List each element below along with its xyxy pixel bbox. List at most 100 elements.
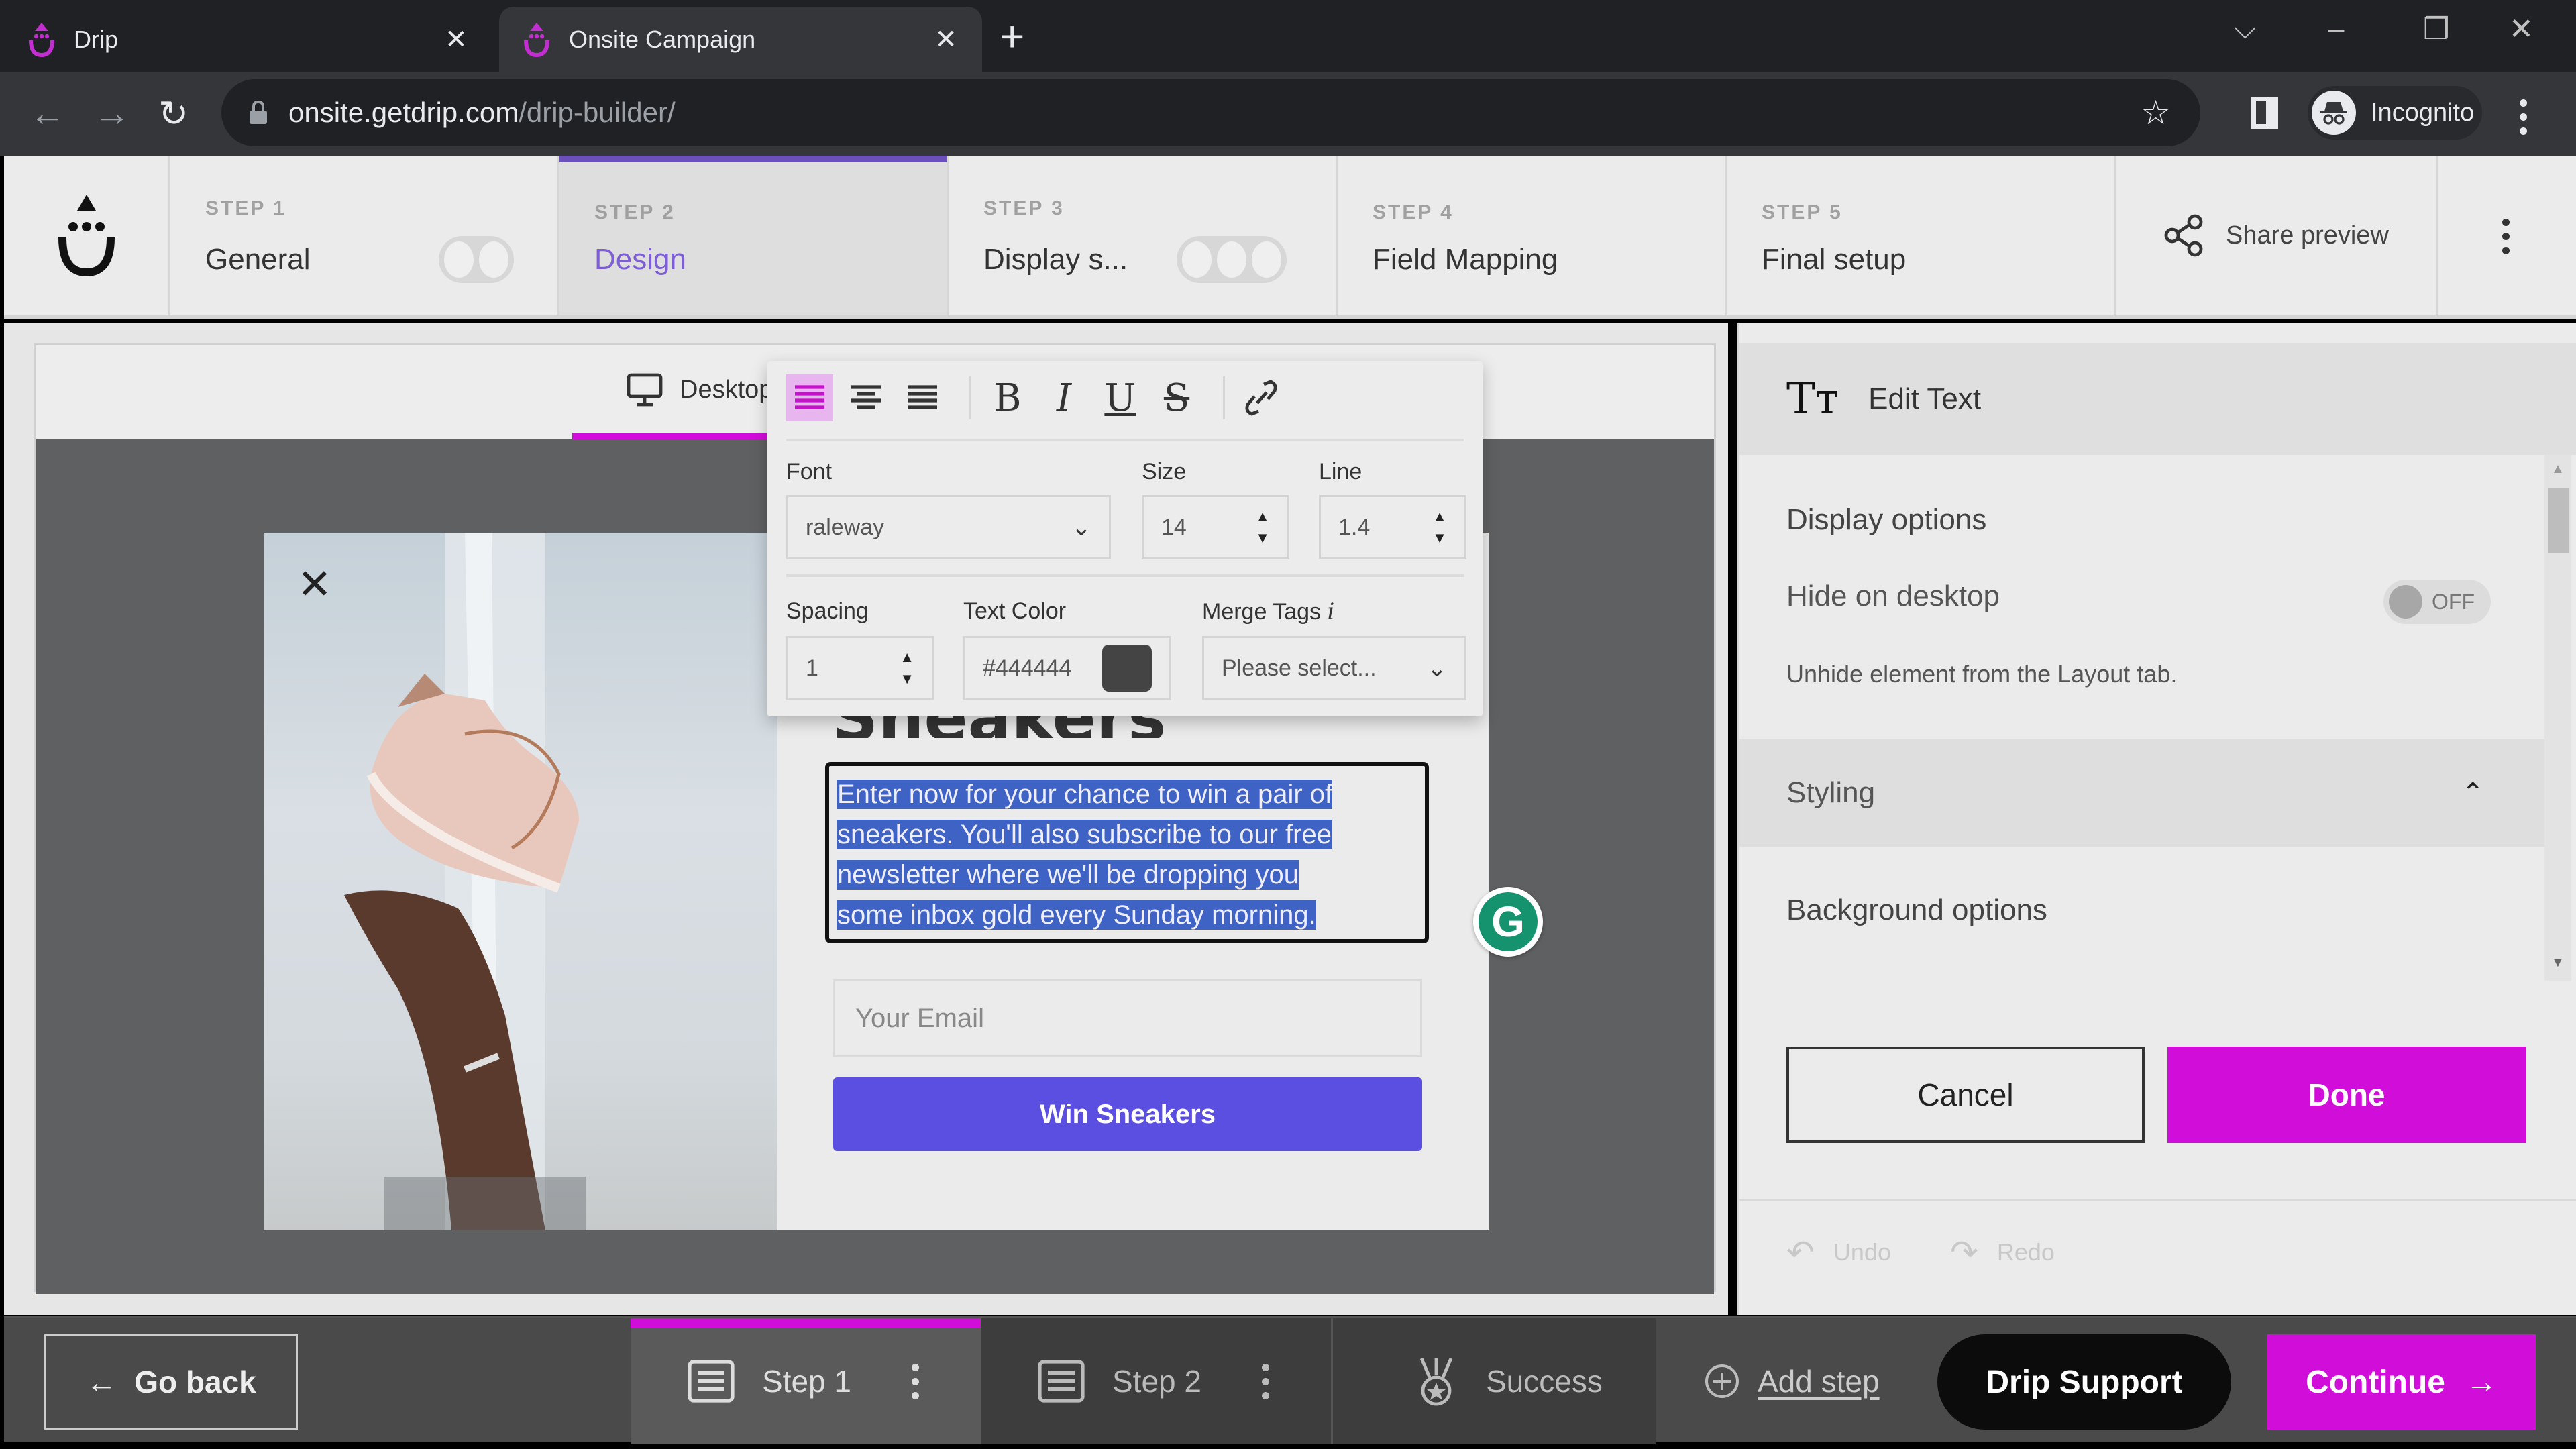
restore-icon[interactable]: ❐ — [2423, 12, 2449, 46]
cancel-button[interactable]: Cancel — [1786, 1046, 2145, 1143]
align-left-button[interactable] — [786, 374, 833, 421]
win-sneakers-button[interactable]: Win Sneakers — [833, 1077, 1422, 1151]
bold-icon: B — [994, 376, 1022, 420]
incognito-profile-button[interactable]: Incognito — [2308, 86, 2482, 140]
underline-icon: U — [1104, 376, 1136, 420]
color-swatch[interactable] — [1102, 645, 1152, 692]
popup-body-text-editor[interactable]: Enter now for your chance to win a pair … — [825, 762, 1429, 943]
underline-button[interactable]: U — [1097, 374, 1144, 421]
styling-section-header[interactable]: Styling ⌃ — [1739, 739, 2544, 847]
font-size-stepper[interactable]: 14 ▲ ▼ — [1142, 495, 1289, 559]
chevron-down-icon: ⌄ — [1426, 654, 1447, 682]
step-label: General — [205, 243, 311, 276]
undo-icon[interactable]: ↶ — [1786, 1233, 1815, 1272]
italic-button[interactable]: I — [1040, 374, 1087, 421]
font-select[interactable]: raleway ⌄ — [786, 495, 1111, 559]
text-format-toolbar: B I U S Font raleway ⌄ Size 14 ▲ ▼ Line 1… — [767, 361, 1483, 716]
success-label: Success — [1486, 1364, 1603, 1399]
success-medal-icon — [1419, 1358, 1453, 1406]
grammarly-button[interactable]: G — [1473, 887, 1543, 957]
stepper-arrows-icon[interactable]: ▲ ▼ — [900, 650, 914, 686]
desktop-monitor-icon — [627, 373, 663, 407]
close-tab-icon[interactable]: ✕ — [932, 24, 959, 55]
merge-tags-value: Please select... — [1222, 655, 1377, 681]
browser-menu-icon[interactable] — [2520, 99, 2527, 135]
more-options-icon[interactable] — [2502, 219, 2510, 254]
add-step-label: Add step — [1758, 1364, 1880, 1399]
size-label: Size — [1142, 459, 1187, 484]
hide-on-desktop-toggle[interactable]: OFF — [2383, 580, 2491, 624]
step-field-mapping[interactable]: STEP 4 Field Mapping — [1338, 156, 1727, 315]
share-preview-button[interactable]: Share preview — [2116, 156, 2438, 315]
redo-button[interactable]: Redo — [1997, 1238, 2055, 1267]
popup-step-2[interactable]: Step 2 — [981, 1318, 1331, 1444]
tab-search-chevron-icon[interactable]: ⌵ — [2234, 12, 2256, 46]
font-label: Font — [786, 459, 833, 484]
size-value: 14 — [1161, 514, 1187, 540]
add-step-button[interactable]: Add step — [1704, 1318, 1880, 1444]
strikethrough-icon: S — [1163, 376, 1190, 420]
minimize-icon[interactable]: – — [2328, 12, 2344, 46]
browser-tab-drip[interactable]: Drip ✕ — [4, 7, 492, 72]
back-icon[interactable]: ← — [30, 93, 66, 134]
merge-tags-select[interactable]: Please select... ⌄ — [1202, 636, 1466, 700]
popup-close-icon[interactable]: ✕ — [297, 559, 332, 608]
go-back-button[interactable]: ← Go back — [44, 1334, 298, 1430]
arrow-left-icon: ← — [86, 1364, 117, 1399]
letter-spacing-stepper[interactable]: 1 ▲ ▼ — [786, 636, 934, 700]
popup-step-1[interactable]: Step 1 — [631, 1318, 981, 1444]
step-options-icon[interactable] — [1262, 1363, 1269, 1399]
history-controls: ↶ Undo ↷ Redo — [1786, 1233, 2055, 1272]
forward-icon[interactable]: → — [94, 93, 130, 134]
stepper-arrows-icon[interactable]: ▲ ▼ — [1432, 509, 1447, 545]
bookmark-star-icon[interactable]: ☆ — [2141, 93, 2171, 132]
drip-logo-icon — [58, 195, 115, 277]
align-center-button[interactable] — [843, 374, 890, 421]
close-tab-icon[interactable]: ✕ — [443, 24, 470, 55]
step-options-icon[interactable] — [912, 1363, 919, 1399]
continue-button[interactable]: Continue → — [2267, 1334, 2536, 1430]
spacing-label: Spacing — [786, 598, 869, 624]
panel-scrollbar[interactable]: ▲ ▼ — [2544, 455, 2571, 981]
drip-logo[interactable] — [4, 156, 170, 315]
toolbar-divider — [786, 574, 1464, 577]
popup-step-success[interactable]: Success — [1331, 1318, 1656, 1444]
step-label: Final setup — [1762, 243, 1907, 276]
done-button[interactable]: Done — [2167, 1046, 2526, 1143]
stepper-arrows-icon[interactable]: ▲ ▼ — [1255, 509, 1270, 545]
undo-button[interactable]: Undo — [1833, 1238, 1891, 1267]
drip-support-button[interactable]: Drip Support — [1937, 1334, 2231, 1430]
align-justify-button[interactable] — [899, 374, 946, 421]
text-size-icon: Tт — [1786, 374, 1839, 424]
line-height-stepper[interactable]: 1.4 ▲ ▼ — [1319, 495, 1466, 559]
text-color-input[interactable]: #444444 — [963, 636, 1171, 700]
spacing-value: 1 — [806, 655, 818, 681]
step-display-settings[interactable]: STEP 3 Display s... — [949, 156, 1338, 315]
link-button[interactable] — [1238, 374, 1285, 421]
side-panel-icon[interactable] — [2251, 97, 2278, 129]
step-general[interactable]: STEP 1 General — [170, 156, 559, 315]
browser-tab-onsite-campaign[interactable]: Onsite Campaign ✕ — [499, 7, 982, 72]
new-tab-button[interactable]: + — [1000, 15, 1024, 58]
lock-icon — [250, 100, 267, 124]
font-value: raleway — [806, 514, 885, 540]
address-bar[interactable]: onsite.getdrip.com/drip-builder/ ☆ — [221, 79, 2200, 146]
desktop-tab-label: Desktop — [680, 375, 773, 404]
strikethrough-button[interactable]: S — [1153, 374, 1200, 421]
panel-scroll-area: Display options Hide on desktop OFF Unhi… — [1739, 455, 2544, 981]
tab-desktop[interactable]: Desktop — [626, 372, 773, 407]
reload-icon[interactable]: ↻ — [158, 93, 189, 135]
plus-circle-icon — [1705, 1364, 1739, 1398]
close-window-icon[interactable]: ✕ — [2509, 12, 2534, 46]
step-design[interactable]: STEP 2 Design — [559, 156, 949, 315]
scroll-up-icon[interactable]: ▲ — [2551, 462, 2565, 477]
step-final-setup[interactable]: STEP 5 Final setup — [1727, 156, 2116, 315]
tab-title: Drip — [74, 25, 119, 53]
scrollbar-thumb[interactable] — [2548, 488, 2569, 553]
step-number: STEP 3 — [983, 197, 1065, 219]
email-input[interactable]: Your Email — [833, 979, 1422, 1057]
scroll-down-icon[interactable]: ▼ — [2551, 955, 2565, 971]
background-options-heading[interactable]: Background options — [1786, 894, 2047, 927]
redo-icon[interactable]: ↷ — [1950, 1233, 1978, 1272]
bold-button[interactable]: B — [984, 374, 1031, 421]
